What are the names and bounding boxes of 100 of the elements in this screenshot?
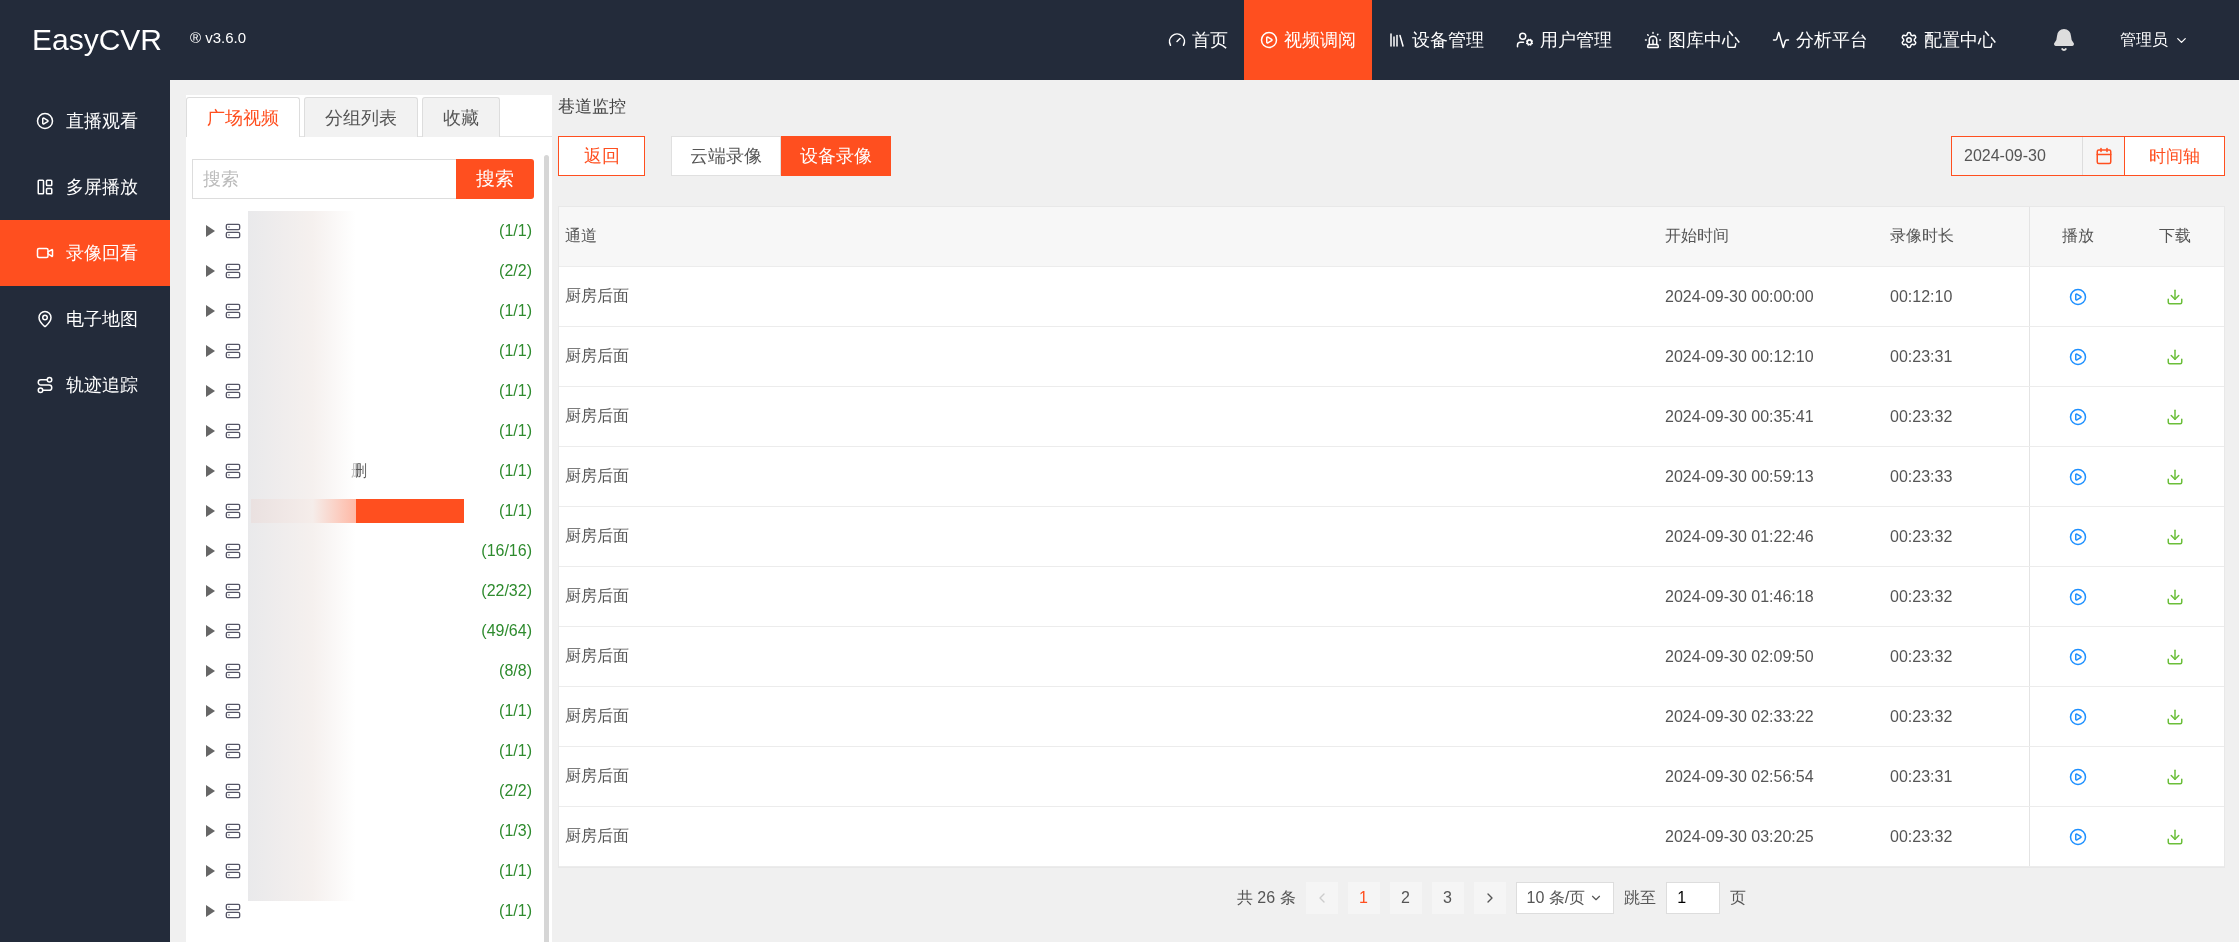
page-button[interactable]: 3 (1431, 882, 1464, 914)
play-icon[interactable] (2069, 587, 2088, 606)
table-cell: 00:23:31 (1890, 767, 1953, 786)
brand-name: EasyCVR (32, 23, 163, 57)
tree-item[interactable]: (1/1) (186, 731, 532, 771)
tree-item[interactable]: (16/16) (186, 531, 532, 571)
server-icon (225, 903, 241, 919)
caret-icon[interactable] (206, 905, 215, 917)
download-icon[interactable] (2166, 707, 2185, 726)
tree-item[interactable]: (2/2) (186, 771, 532, 811)
search-button[interactable]: 搜索 (456, 159, 534, 199)
sidebar-item[interactable]: 录像回看 (0, 220, 170, 286)
play-icon[interactable] (2069, 707, 2088, 726)
play-icon[interactable] (2069, 287, 2088, 306)
tree-tab[interactable]: 分组列表 (304, 97, 418, 137)
page-button[interactable]: 2 (1389, 882, 1422, 914)
tree-item-label: 删 (351, 460, 367, 481)
tree-item[interactable]: (1/1) (186, 851, 532, 891)
sidebar-item[interactable]: 电子地图 (0, 286, 170, 352)
tree-item[interactable]: (1/1) (186, 331, 532, 371)
breadcrumb: 巷道监控 (558, 95, 627, 118)
tree-item[interactable]: (1/1) (186, 891, 532, 931)
search-field[interactable]: 搜索 (192, 159, 456, 199)
device-count: (1/1) (498, 462, 532, 480)
next-page-button[interactable] (1473, 882, 1506, 914)
back-button[interactable]: 返回 (558, 136, 645, 176)
play-icon[interactable] (2069, 407, 2088, 426)
caret-icon[interactable] (206, 545, 215, 557)
tree-item[interactable]: (1/1) (186, 211, 532, 251)
timeline-button[interactable]: 时间轴 (2124, 137, 2224, 175)
caret-icon[interactable] (206, 585, 215, 597)
caret-icon[interactable] (206, 865, 215, 877)
tree-item[interactable]: (2/2) (186, 251, 532, 291)
caret-icon[interactable] (206, 825, 215, 837)
sidebar-item[interactable]: 轨迹追踪 (0, 352, 170, 418)
device-count: (49/64) (480, 622, 532, 640)
caret-icon[interactable] (206, 385, 215, 397)
caret-icon[interactable] (206, 425, 215, 437)
play-icon[interactable] (2069, 467, 2088, 486)
download-icon[interactable] (2166, 587, 2185, 606)
scrollbar[interactable] (544, 155, 549, 942)
caret-icon[interactable] (206, 705, 215, 717)
device-count: (1/1) (498, 702, 532, 720)
play-icon[interactable] (2069, 827, 2088, 846)
download-icon[interactable] (2166, 287, 2185, 306)
device-count: (1/1) (498, 862, 532, 880)
tree-item[interactable]: (1/1) (186, 691, 532, 731)
tree-tab[interactable]: 广场视频 (186, 97, 300, 137)
tree-item[interactable]: (1/1) (186, 291, 532, 331)
caret-icon[interactable] (206, 345, 215, 357)
user-menu[interactable]: 管理员 (2120, 29, 2189, 51)
download-icon[interactable] (2166, 347, 2185, 366)
caret-icon[interactable] (206, 745, 215, 757)
nav-item[interactable]: 图库中心 (1628, 0, 1756, 80)
download-icon[interactable] (2166, 647, 2185, 666)
caret-icon[interactable] (206, 505, 215, 517)
date-picker[interactable]: 2024-09-30 时间轴 (1951, 136, 2225, 176)
caret-icon[interactable] (206, 265, 215, 277)
page-size-select[interactable]: 10 条/页 (1515, 882, 1615, 914)
tree-item[interactable]: (8/8) (186, 651, 532, 691)
jump-field[interactable]: 1 (1666, 882, 1721, 914)
download-icon[interactable] (2166, 407, 2185, 426)
bell-icon[interactable] (2052, 28, 2076, 52)
nav-item[interactable]: 分析平台 (1756, 0, 1884, 80)
caret-icon[interactable] (206, 785, 215, 797)
tree-item[interactable]: (22/32) (186, 571, 532, 611)
caret-icon[interactable] (206, 665, 215, 677)
tree-item[interactable]: (49/64) (186, 611, 532, 651)
caret-icon[interactable] (206, 225, 215, 237)
tree-tab[interactable]: 收藏 (422, 97, 500, 137)
caret-icon[interactable] (206, 305, 215, 317)
caret-icon[interactable] (206, 465, 215, 477)
server-icon (225, 703, 241, 719)
tree-item[interactable]: (1/1) (186, 411, 532, 451)
download-icon[interactable] (2166, 527, 2185, 546)
source-toggle-button[interactable]: 云端录像 (671, 136, 781, 176)
nav-item[interactable]: 用户管理 (1500, 0, 1628, 80)
play-icon[interactable] (2069, 527, 2088, 546)
nav-item[interactable]: 首页 (1152, 0, 1244, 80)
nav-item[interactable]: 视频调阅 (1244, 0, 1372, 80)
tree-item[interactable]: 删 (1/1) (186, 451, 532, 491)
nav-item[interactable]: 设备管理 (1372, 0, 1500, 80)
download-icon[interactable] (2166, 467, 2185, 486)
sidebar-item[interactable]: 直播观看 (0, 88, 170, 154)
nav-item[interactable]: 配置中心 (1884, 0, 2012, 80)
tree-item[interactable]: (1/3) (186, 811, 532, 851)
download-icon[interactable] (2166, 767, 2185, 786)
download-icon[interactable] (2166, 827, 2185, 846)
page-button[interactable]: 1 (1347, 882, 1380, 914)
device-count: (1/1) (498, 382, 532, 400)
jump-label: 跳至 (1624, 887, 1657, 908)
sidebar-item[interactable]: 多屏播放 (0, 154, 170, 220)
play-icon[interactable] (2069, 767, 2088, 786)
play-icon[interactable] (2069, 647, 2088, 666)
caret-icon[interactable] (206, 625, 215, 637)
play-icon[interactable] (2069, 347, 2088, 366)
gauge-icon (1168, 31, 1186, 49)
tree-item[interactable]: (1/1) (186, 371, 532, 411)
table-cell: 2024-09-30 00:59:13 (1665, 467, 1814, 486)
source-toggle-button[interactable]: 设备录像 (781, 136, 891, 176)
